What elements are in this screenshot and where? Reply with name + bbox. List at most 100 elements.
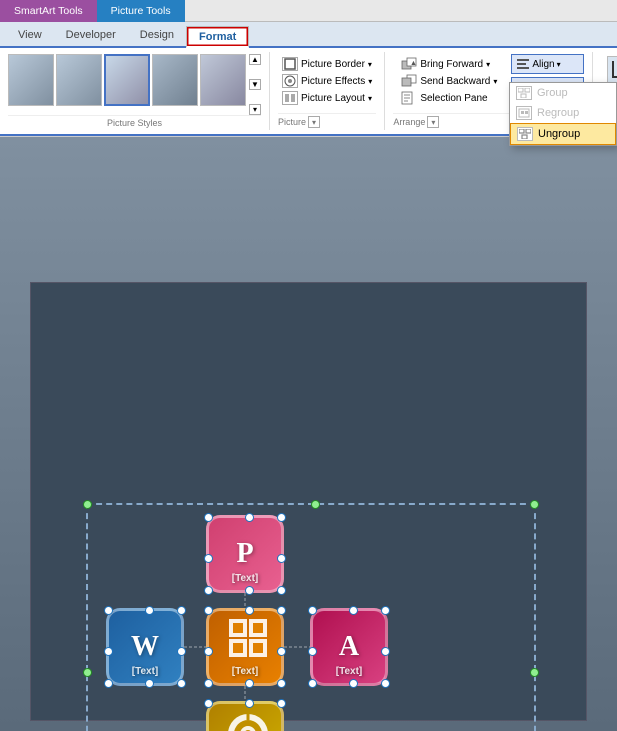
- smartart-tools-tab[interactable]: SmartArt Tools: [0, 0, 97, 22]
- wh-mr: [177, 647, 186, 656]
- ug-svg: [519, 129, 531, 139]
- ah-tr: [381, 606, 390, 615]
- wheel-svg: [226, 712, 270, 731]
- selection-pane-icon: [401, 91, 417, 105]
- picture-expand[interactable]: ▾: [308, 116, 320, 128]
- bh-tr: [277, 699, 286, 708]
- sb-arrow[interactable]: ▾: [493, 77, 497, 86]
- layout-svg: [284, 92, 296, 104]
- style-thumb-5[interactable]: [200, 54, 246, 106]
- bh-tm: [245, 699, 254, 708]
- picture-layout-cmd[interactable]: Picture Layout ▾: [278, 90, 376, 106]
- icon-label-access: [Text]: [313, 666, 385, 677]
- tab-design[interactable]: Design: [128, 24, 186, 46]
- ih-mr: [277, 554, 286, 563]
- icon-word-container: W [Text]: [106, 608, 184, 686]
- group-menu-regroup[interactable]: Regroup: [510, 103, 616, 123]
- effects-dropdown-arrow[interactable]: ▾: [368, 77, 372, 86]
- eh-tr: [277, 606, 286, 615]
- app-icon-access[interactable]: A [Text]: [310, 608, 388, 686]
- style-thumb-2[interactable]: [56, 54, 102, 106]
- tab-developer[interactable]: Developer: [54, 24, 128, 46]
- arrange-cmd-group: ▲ Bring Forward ▾ Send Backward ▾: [393, 54, 505, 108]
- svg-text:▲: ▲: [410, 60, 417, 67]
- eh-tm: [245, 606, 254, 615]
- ih-tl: [204, 513, 213, 522]
- selection-pane-cmd[interactable]: Selection Pane: [397, 90, 501, 106]
- group-item-icon: [516, 86, 532, 100]
- effects-svg: [284, 75, 296, 87]
- picture-tools-tab[interactable]: Picture Tools: [97, 0, 185, 22]
- empty-tab-space: [185, 0, 617, 22]
- selection-box[interactable]: P [Text] W [Text]: [86, 503, 536, 731]
- grid-icon-svg: [229, 619, 269, 659]
- style-scroll-up[interactable]: ▲: [249, 54, 261, 65]
- tab-view[interactable]: View: [6, 24, 54, 46]
- sel-handle-tr: [530, 500, 539, 509]
- picture-cmd-group: Picture Border ▾ Picture Effects ▾: [278, 54, 376, 108]
- border-svg: [284, 58, 296, 70]
- sp-svg: [401, 91, 417, 105]
- picture-styles-label: Picture Styles: [8, 115, 261, 128]
- icon-top-container: P [Text]: [206, 515, 284, 593]
- icon-letter-w: W: [131, 631, 159, 663]
- layout-dropdown-arrow[interactable]: ▾: [368, 94, 372, 103]
- group-dropdown-menu: Group Regroup Ungroup: [509, 82, 617, 146]
- app-icon-onenote[interactable]: [Text]: [206, 701, 284, 731]
- style-thumbnails: [8, 54, 246, 106]
- icon-label-ppt: [Text]: [209, 573, 281, 584]
- app-icon-excel[interactable]: [Text]: [206, 608, 284, 686]
- sel-handle-ml: [83, 668, 92, 677]
- picture-effects-cmd[interactable]: Picture Effects ▾: [278, 73, 376, 89]
- icon-letter-p: P: [236, 538, 253, 570]
- border-dropdown-arrow[interactable]: ▾: [368, 60, 372, 69]
- sb-svg: [401, 74, 417, 88]
- ih-tr: [277, 513, 286, 522]
- style-more[interactable]: ▾: [249, 104, 261, 115]
- ah-bm: [349, 679, 358, 688]
- ah-ml: [308, 647, 317, 656]
- eh-bl: [204, 679, 213, 688]
- arrange-expand[interactable]: ▾: [427, 116, 439, 128]
- icon-letter-a: A: [339, 631, 359, 663]
- bring-forward-cmd[interactable]: ▲ Bring Forward ▾: [397, 56, 501, 72]
- style-thumb-1[interactable]: [8, 54, 54, 106]
- tab-format[interactable]: Format: [186, 26, 249, 48]
- ih-tm: [245, 513, 254, 522]
- nav-tab-bar: View Developer Design Format: [0, 22, 617, 48]
- app-icon-word[interactable]: W [Text]: [106, 608, 184, 686]
- picture-border-icon: [282, 57, 298, 71]
- slide-content-box: P [Text] W [Text]: [30, 282, 587, 721]
- eh-br: [277, 679, 286, 688]
- ah-br: [381, 679, 390, 688]
- group-menu-ungroup[interactable]: Ungroup: [510, 123, 616, 145]
- ungroup-item-icon: [517, 127, 533, 141]
- context-tab-bar: SmartArt Tools Picture Tools: [0, 0, 617, 22]
- bf-arrow[interactable]: ▾: [486, 60, 490, 69]
- group-menu-group[interactable]: Group: [510, 83, 616, 103]
- style-thumb-3[interactable]: [104, 54, 150, 106]
- slide-area: Visual Summary P [Text]: [0, 137, 617, 731]
- eh-mr: [277, 647, 286, 656]
- picture-layout-icon: [282, 91, 298, 105]
- app-icon-ppt[interactable]: P [Text]: [206, 515, 284, 593]
- eh-ml: [204, 647, 213, 656]
- style-thumb-4[interactable]: [152, 54, 198, 106]
- wh-ml: [104, 647, 113, 656]
- sel-handle-mr: [530, 668, 539, 677]
- wh-tr: [177, 606, 186, 615]
- picture-cmds-content: Picture Border ▾ Picture Effects ▾: [278, 54, 376, 113]
- ah-mr: [381, 647, 390, 656]
- align-button[interactable]: Align ▾: [511, 54, 584, 74]
- picture-styles-content: ▲ ▼ ▾: [8, 54, 261, 115]
- picture-border-cmd[interactable]: Picture Border ▾: [278, 56, 376, 72]
- style-scroll-down[interactable]: ▼: [249, 79, 261, 90]
- icon-bottom-container: [Text]: [206, 701, 284, 731]
- sel-handle-tl: [83, 500, 92, 509]
- wh-tl: [104, 606, 113, 615]
- picture-commands-section: Picture Border ▾ Picture Effects ▾: [270, 52, 385, 130]
- send-backward-icon: [401, 74, 417, 88]
- g-svg: [518, 88, 530, 98]
- eh-tl: [204, 606, 213, 615]
- send-backward-cmd[interactable]: Send Backward ▾: [397, 73, 501, 89]
